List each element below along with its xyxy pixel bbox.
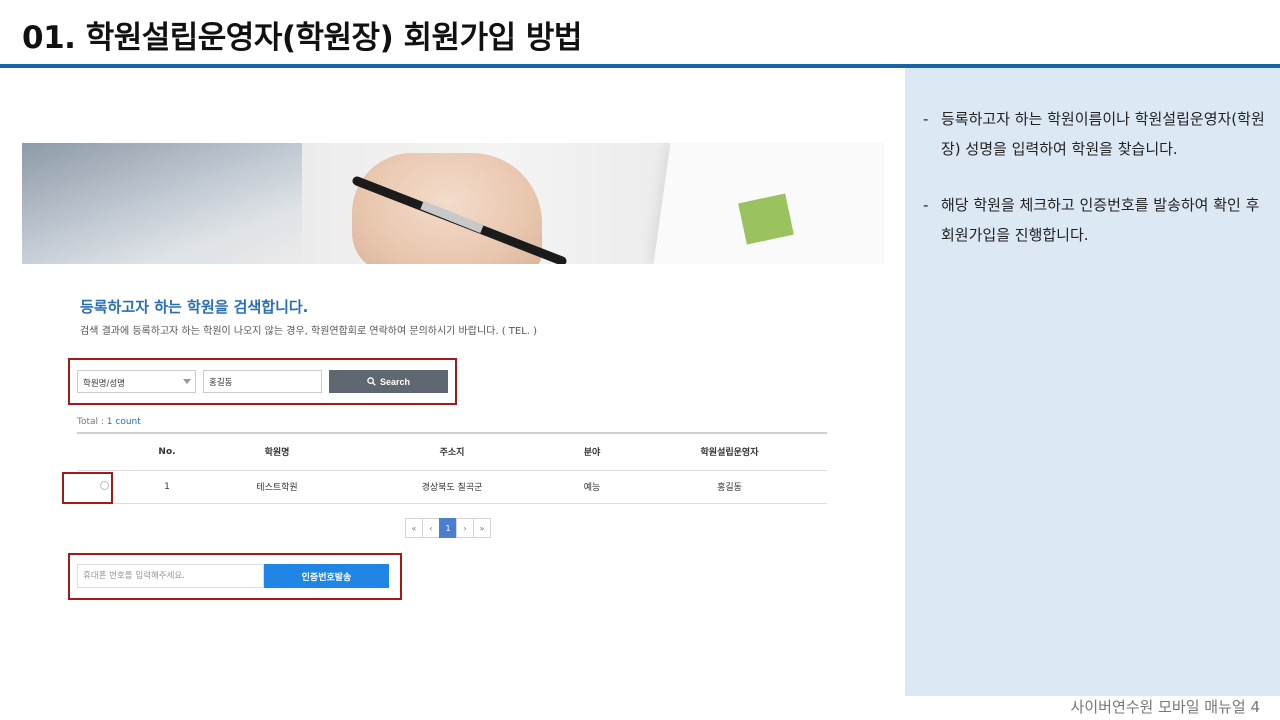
instruction-panel: - 등록하고자 하는 학원이름이나 학원설립운영자(학원장) 성명을 입력하여 …	[905, 68, 1280, 696]
total-label: Total :	[77, 417, 104, 427]
slide-footer: 사이버연수원 모바일 매뉴얼 4	[1070, 698, 1260, 716]
search-heading: 등록하고자 하는 학원을 검색합니다.	[80, 298, 309, 316]
radio-highlight-box	[62, 472, 113, 504]
row-owner: 홍길동	[632, 470, 827, 504]
page-prev-button[interactable]: ‹	[422, 518, 440, 538]
page-next-button[interactable]: ›	[456, 518, 474, 538]
total-count: 1 count	[106, 417, 141, 427]
row-name: 테스트학원	[202, 470, 352, 504]
search-type-select[interactable]: 학원명/성명	[77, 370, 196, 393]
chevron-down-icon	[183, 379, 191, 384]
pagination: « ‹ 1 › »	[405, 518, 491, 538]
search-icon	[367, 377, 376, 386]
column-header-name: 학원명	[202, 432, 352, 471]
column-header-no: No.	[132, 432, 202, 471]
note-dash: -	[923, 110, 929, 128]
page-title: 01. 학원설립운영자(학원장) 회원가입 방법	[22, 20, 582, 56]
column-header-field: 분야	[552, 432, 632, 471]
page-current-button[interactable]: 1	[439, 518, 457, 538]
page-last-button[interactable]: »	[473, 518, 491, 538]
search-button-label: Search	[379, 376, 411, 387]
phone-input[interactable]	[77, 564, 264, 588]
instruction-note: - 해당 학원을 체크하고 인증번호를 발송하여 확인 후 회원가입을 진행합니…	[923, 190, 1268, 250]
row-no: 1	[132, 470, 202, 504]
search-type-value: 학원명/성명	[83, 379, 125, 389]
table-header-row: No. 학원명 주소지 분야 학원설립운영자	[77, 432, 827, 471]
page-first-button[interactable]: «	[405, 518, 423, 538]
search-description: 검색 결과에 등록하고자 하는 학원이 나오지 않는 경우, 학원연합회로 연락…	[80, 326, 538, 337]
search-button[interactable]: Search	[329, 370, 448, 393]
results-table: No. 학원명 주소지 분야 학원설립운영자 1 테스트학원 경상북도 칠곡군 …	[77, 432, 827, 504]
pen-icon	[352, 176, 567, 264]
note-text: 등록하고자 하는 학원이름이나 학원설립운영자(학원장) 성명을 입력하여 학원…	[941, 110, 1265, 158]
result-total: Total : 1 count	[77, 417, 141, 427]
column-header-select	[77, 432, 132, 471]
instruction-note: - 등록하고자 하는 학원이름이나 학원설립운영자(학원장) 성명을 입력하여 …	[923, 104, 1268, 164]
note-text: 해당 학원을 체크하고 인증번호를 발송하여 확인 후 회원가입을 진행합니다.	[941, 196, 1260, 244]
row-field: 예능	[552, 470, 632, 504]
note-dash: -	[923, 196, 929, 214]
search-input[interactable]	[203, 370, 322, 393]
table-row[interactable]: 1 테스트학원 경상북도 칠곡군 예능 홍길동	[77, 470, 827, 504]
row-address: 경상북도 칠곡군	[352, 470, 552, 504]
column-header-address: 주소지	[352, 432, 552, 471]
column-header-owner: 학원설립운영자	[632, 432, 827, 471]
send-code-button[interactable]: 인증번호발송	[264, 564, 389, 588]
banner-image	[22, 143, 884, 264]
